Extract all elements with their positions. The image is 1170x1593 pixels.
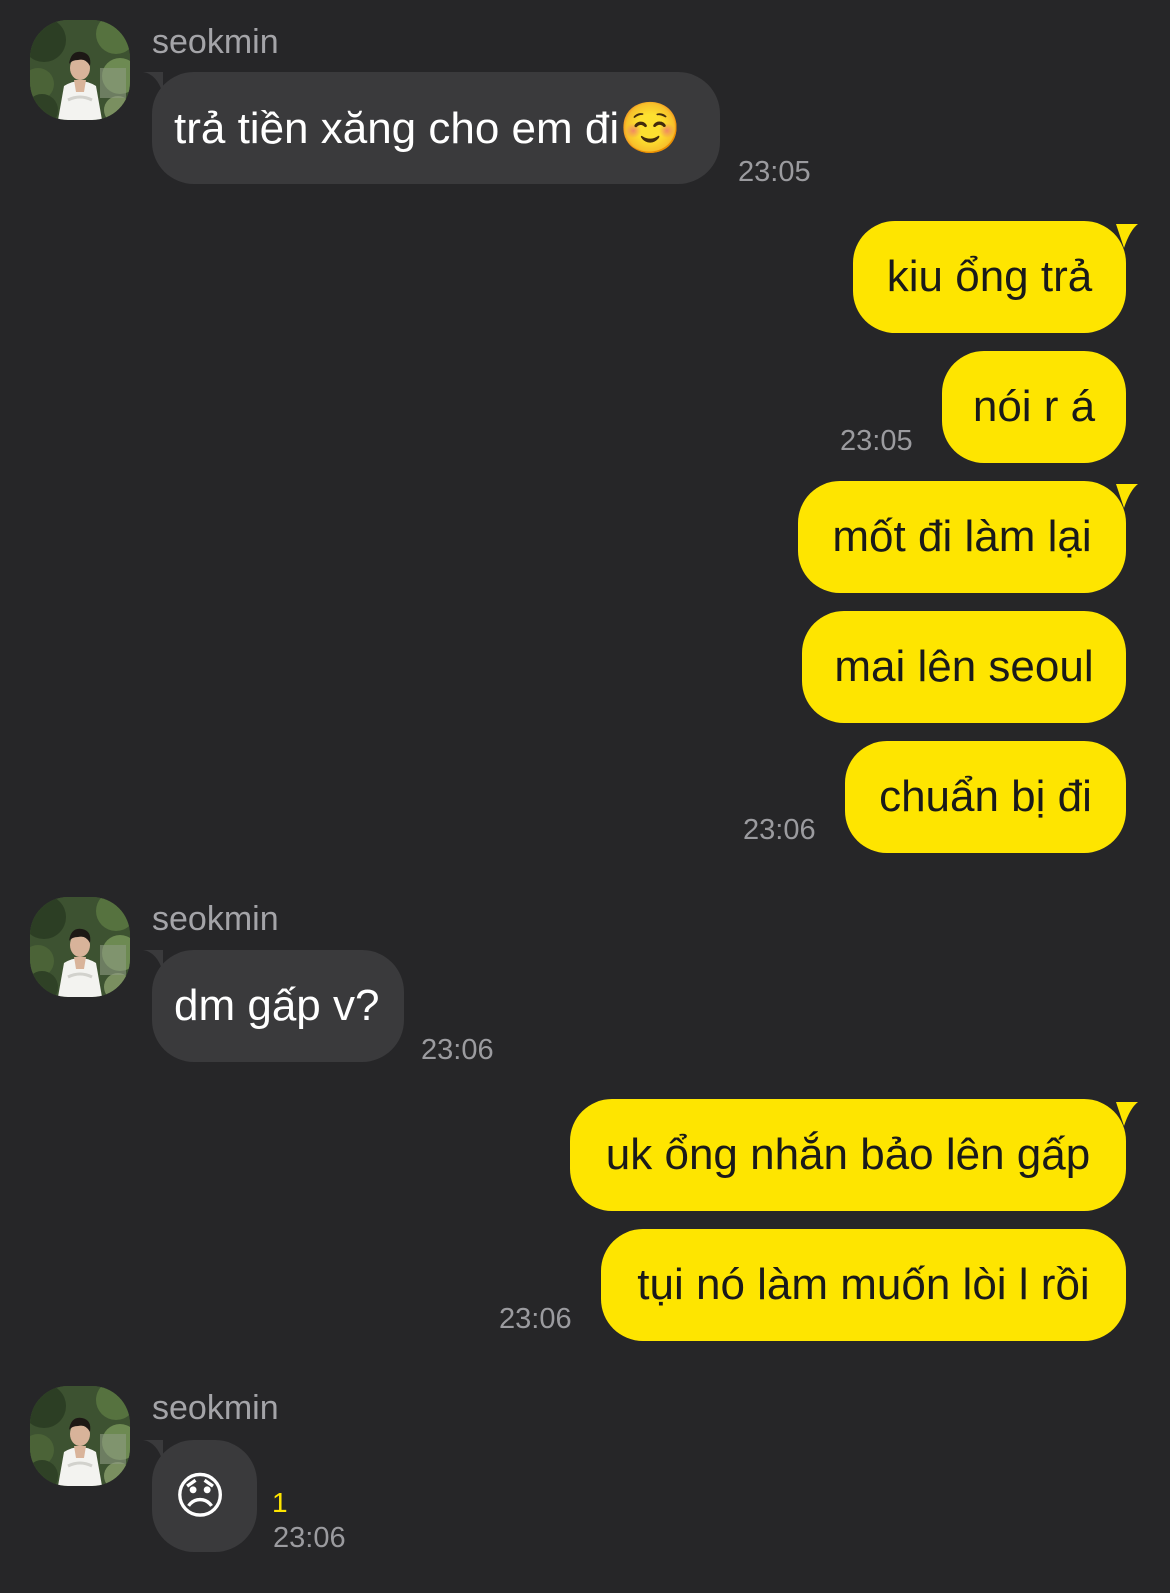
sender-avatar[interactable] (30, 20, 130, 120)
message-text: uk ổng nhắn bảo lên gấp (605, 1130, 1091, 1179)
message-text: nói r á (972, 382, 1096, 431)
sender-name: seokmin (152, 900, 279, 938)
message-text: mốt đi làm lại (832, 512, 1092, 561)
avatar-image (30, 1386, 130, 1486)
avatar-image (30, 897, 130, 997)
sender-name: seokmin (152, 23, 279, 61)
message-timestamp: 23:05 (840, 425, 913, 457)
outgoing-message-bubble[interactable]: nói r á (942, 351, 1126, 463)
sender-name: seokmin (152, 1389, 279, 1427)
message-text: chuẩn bị đi (879, 772, 1092, 821)
outgoing-message-bubble[interactable]: uk ổng nhắn bảo lên gấp (570, 1099, 1126, 1211)
message-timestamp: 23:05 (738, 156, 811, 188)
message-text: tụi nó làm muốn lòi l rồi (637, 1260, 1090, 1309)
disappointed-face-emoji: 😞 (174, 1468, 227, 1524)
message-text: dm gấp v? (174, 981, 380, 1030)
incoming-message-bubble[interactable]: trả tiền xăng cho em đi☺️ (152, 72, 720, 184)
smiling-emoji: ☺️ (619, 100, 682, 156)
message-timestamp: 23:06 (273, 1522, 346, 1554)
sender-avatar[interactable] (30, 897, 130, 997)
incoming-message-bubble[interactable]: 😞 (152, 1440, 257, 1552)
outgoing-message-bubble[interactable]: tụi nó làm muốn lòi l rồi (601, 1229, 1126, 1341)
message-timestamp: 23:06 (499, 1303, 572, 1335)
outgoing-message-bubble[interactable]: mốt đi làm lại (798, 481, 1126, 593)
unread-count: 1 (272, 1487, 288, 1518)
message-text: kiu ổng trả (886, 252, 1093, 301)
outgoing-message-bubble[interactable]: mai lên seoul (802, 611, 1126, 723)
message-timestamp: 23:06 (743, 814, 816, 846)
message-text: trả tiền xăng cho em đi (174, 104, 620, 153)
message-timestamp: 23:06 (421, 1034, 494, 1066)
avatar-image (30, 20, 130, 120)
outgoing-message-bubble[interactable]: chuẩn bị đi (845, 741, 1126, 853)
incoming-message-bubble[interactable]: dm gấp v? (152, 950, 404, 1062)
sender-avatar[interactable] (30, 1386, 130, 1486)
message-text: mai lên seoul (834, 642, 1094, 691)
outgoing-message-bubble[interactable]: kiu ổng trả (853, 221, 1126, 333)
